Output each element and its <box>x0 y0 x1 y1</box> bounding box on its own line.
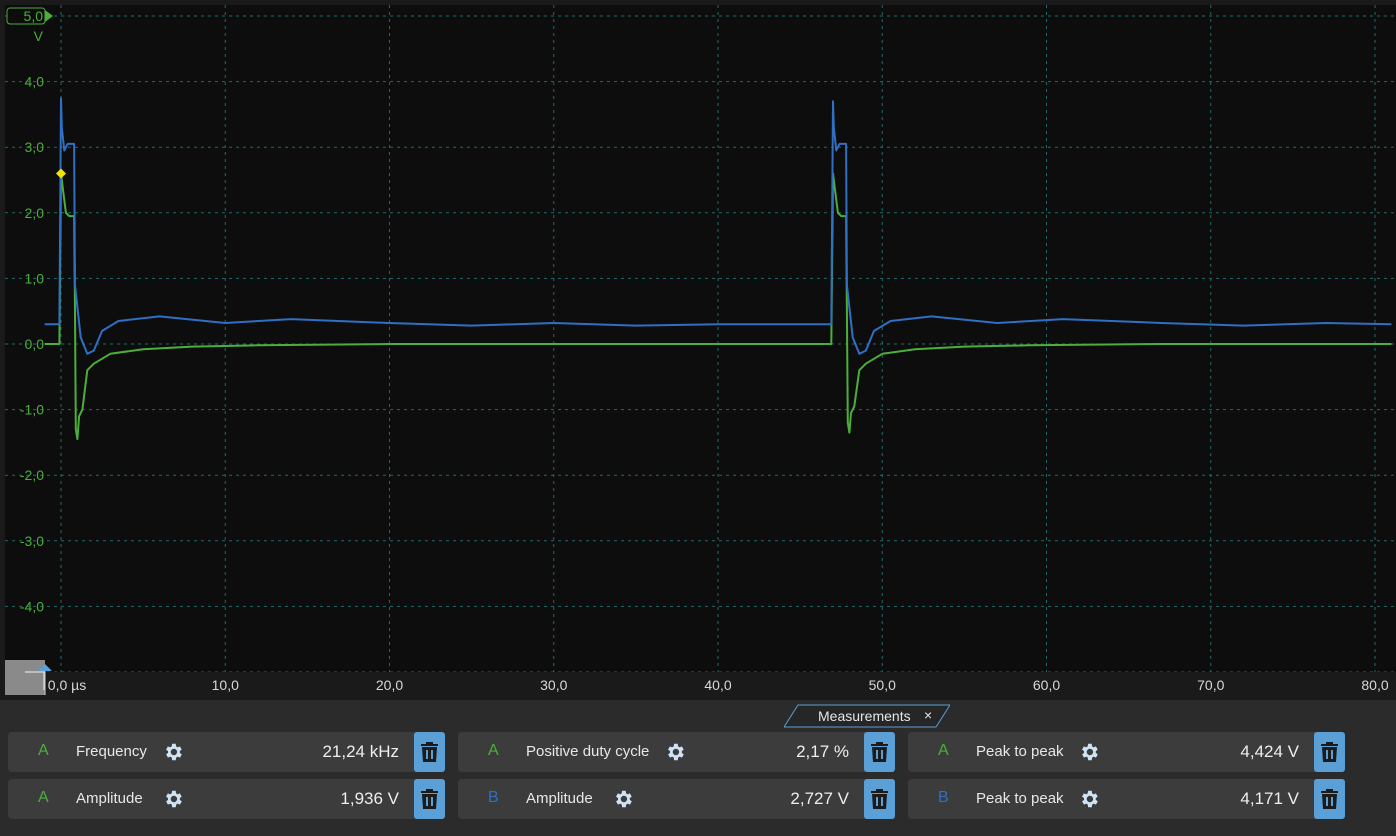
y-unit-label: V <box>34 28 44 44</box>
trash-icon <box>1321 742 1338 762</box>
measurement-name: Peak to peak <box>976 743 1064 760</box>
x-tick-label: 60,0 <box>1033 677 1060 693</box>
x-tick-label: 80,0 <box>1361 677 1388 693</box>
gear-icon[interactable] <box>162 788 184 810</box>
measurement-value: 21,24 kHz <box>322 742 399 761</box>
trash-icon <box>1321 789 1338 809</box>
y-tick-label: 1,0 <box>25 270 45 286</box>
oscilloscope-chart[interactable]: 5,0 V 4,0 3,0 2,0 1,0 0,0 -1,0 -2,0 -3,0 -4,0 0,0 … <box>0 0 1396 700</box>
y-tick-label: 5,0 <box>24 8 44 24</box>
channel-label: B <box>488 789 499 806</box>
measurement-value: 4,171 V <box>1240 789 1299 808</box>
measurement-value: 1,936 V <box>340 789 399 808</box>
delete-button[interactable] <box>864 779 895 819</box>
trash-icon <box>871 789 888 809</box>
measurement-card: B Amplitude 2,727 V <box>458 779 895 819</box>
measurement-name: Peak to peak <box>976 790 1064 807</box>
trash-icon <box>871 742 888 762</box>
delete-button[interactable] <box>414 732 445 772</box>
channel-label: A <box>38 789 49 806</box>
x-axis-strip <box>0 672 1396 700</box>
channel-label: B <box>938 789 949 806</box>
trash-icon <box>421 789 438 809</box>
measurement-card: A Positive duty cycle 2,17 % <box>458 732 895 772</box>
delete-button[interactable] <box>1314 779 1345 819</box>
trash-icon <box>421 742 438 762</box>
x-tick-labels: 0,0 µs 10,0 20,0 30,0 40,0 50,0 60,0 70,0 80,0 <box>0 672 1396 700</box>
measurement-card: B Peak to peak 4,171 V <box>908 779 1345 819</box>
measurement-card: A Frequency 21,24 kHz <box>8 732 445 772</box>
y-tick-label: 3,0 <box>25 139 45 155</box>
x-tick-label: 10,0 <box>212 677 239 693</box>
y-tick-label: -3,0 <box>20 533 44 549</box>
measurement-name: Amplitude <box>526 790 593 807</box>
y-tick-label: 2,0 <box>25 205 45 221</box>
plot-area <box>5 5 1396 695</box>
channel-label: A <box>938 742 949 759</box>
y-tick-label: -2,0 <box>20 467 44 483</box>
channel-label: A <box>38 742 49 759</box>
gear-icon[interactable] <box>1078 741 1100 763</box>
measurement-value: 2,727 V <box>790 789 849 808</box>
measurement-value: 2,17 % <box>796 742 849 761</box>
channel-label: A <box>488 742 499 759</box>
measurements-tab[interactable]: Measurements × <box>784 704 950 728</box>
gear-icon[interactable] <box>612 788 634 810</box>
gear-icon[interactable] <box>162 741 184 763</box>
x-tick-label: 20,0 <box>376 677 403 693</box>
x-tick-label: 30,0 <box>540 677 567 693</box>
measurement-value: 4,424 V <box>1240 742 1299 761</box>
y-tick-label: 4,0 <box>25 74 45 90</box>
measurements-tab-label: Measurements <box>818 708 911 724</box>
measurement-card: A Peak to peak 4,424 V <box>908 732 1345 772</box>
x-tick-label: 40,0 <box>704 677 731 693</box>
x-tick-label: 50,0 <box>869 677 896 693</box>
measurement-name: Positive duty cycle <box>526 743 650 760</box>
x-tick-label: 0,0 µs <box>48 677 86 693</box>
close-icon[interactable]: × <box>924 707 932 723</box>
delete-button[interactable] <box>864 732 895 772</box>
delete-button[interactable] <box>1314 732 1345 772</box>
y-tick-label: 0,0 <box>25 336 45 352</box>
measurement-name: Amplitude <box>76 790 143 807</box>
delete-button[interactable] <box>414 779 445 819</box>
x-tick-label: 70,0 <box>1197 677 1224 693</box>
measurement-name: Frequency <box>76 743 147 760</box>
measurement-card: A Amplitude 1,936 V <box>8 779 445 819</box>
trigger-handle-box <box>5 660 45 695</box>
gear-icon[interactable] <box>664 741 686 763</box>
y-tick-label: -1,0 <box>20 402 44 418</box>
y-tick-label: -4,0 <box>20 598 44 614</box>
gear-icon[interactable] <box>1078 788 1100 810</box>
